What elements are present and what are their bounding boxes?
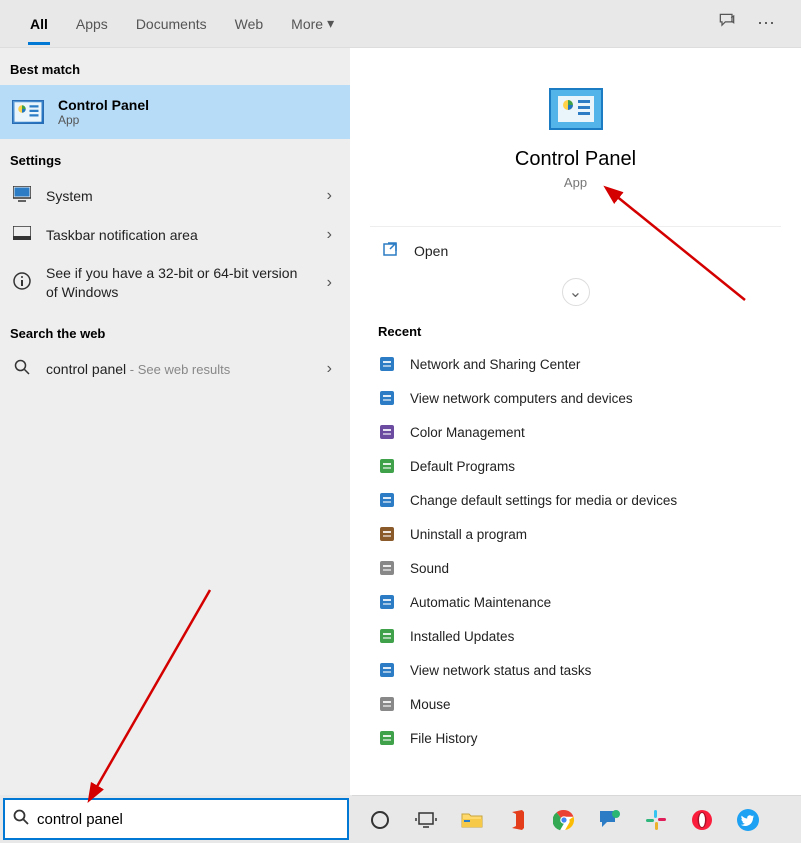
recent-item[interactable]: Mouse: [350, 687, 801, 721]
recent-item-label: Network and Sharing Center: [410, 357, 580, 372]
recent-item-icon: [378, 559, 396, 577]
recent-item[interactable]: Network and Sharing Center: [350, 347, 801, 381]
section-best-match: Best match: [0, 48, 350, 85]
recent-item[interactable]: Sound: [350, 551, 801, 585]
section-settings: Settings: [0, 139, 350, 176]
expand-toggle[interactable]: ⌄: [350, 274, 801, 316]
recent-item-label: File History: [410, 731, 478, 746]
recent-item-icon: [378, 695, 396, 713]
info-icon: [12, 272, 32, 294]
recent-item-label: Automatic Maintenance: [410, 595, 551, 610]
open-action[interactable]: Open: [350, 227, 801, 274]
monitor-icon: [12, 186, 32, 206]
settings-row-label: Taskbar notification area: [46, 227, 313, 243]
cortana-icon[interactable]: [366, 806, 394, 834]
control-panel-icon: [549, 88, 603, 130]
chevron-right-icon: ›: [327, 187, 338, 205]
recent-item-label: Uninstall a program: [410, 527, 527, 542]
recent-item-label: Installed Updates: [410, 629, 514, 644]
recent-item[interactable]: Installed Updates: [350, 619, 801, 653]
feedback-hub-icon[interactable]: [596, 806, 624, 834]
web-query-text: control panel: [46, 361, 126, 377]
tab-bar: All Apps Documents Web More ▾ ⋯: [0, 0, 801, 48]
web-search-row[interactable]: control panel - See web results ›: [0, 349, 350, 389]
recent-item[interactable]: View network status and tasks: [350, 653, 801, 687]
recent-item[interactable]: View network computers and devices: [350, 381, 801, 415]
open-label: Open: [414, 243, 448, 259]
settings-row-label: See if you have a 32-bit or 64-bit versi…: [46, 264, 313, 302]
recent-item-label: Default Programs: [410, 459, 515, 474]
search-input[interactable]: [37, 811, 339, 828]
web-search-label: control panel - See web results: [46, 361, 313, 377]
chevron-down-icon: ▾: [327, 15, 334, 32]
search-icon: [13, 809, 29, 830]
settings-row-label: System: [46, 188, 313, 204]
recent-item[interactable]: Change default settings for media or dev…: [350, 483, 801, 517]
tab-all[interactable]: All: [16, 4, 62, 44]
settings-row-architecture[interactable]: See if you have a 32-bit or 64-bit versi…: [0, 254, 350, 312]
recent-item-icon: [378, 729, 396, 747]
section-search-web: Search the web: [0, 312, 350, 349]
recent-item[interactable]: Default Programs: [350, 449, 801, 483]
recent-item-label: View network computers and devices: [410, 391, 633, 406]
recent-item[interactable]: Automatic Maintenance: [350, 585, 801, 619]
twitter-icon[interactable]: [734, 806, 762, 834]
tab-apps[interactable]: Apps: [62, 4, 122, 44]
recent-item-icon: [378, 423, 396, 441]
best-match-result[interactable]: Control Panel App: [0, 85, 350, 139]
web-suffix-text: - See web results: [126, 362, 230, 377]
settings-row-taskbar[interactable]: Taskbar notification area ›: [0, 216, 350, 254]
control-panel-icon: [12, 100, 44, 124]
recent-item-icon: [378, 525, 396, 543]
tab-more-label: More: [291, 16, 323, 32]
search-box[interactable]: [3, 798, 349, 840]
recent-item-label: View network status and tasks: [410, 663, 591, 678]
tab-web[interactable]: Web: [221, 4, 278, 44]
slack-icon[interactable]: [642, 806, 670, 834]
preview-subtitle: App: [350, 175, 801, 190]
chevron-right-icon: ›: [327, 226, 338, 244]
file-explorer-icon[interactable]: [458, 806, 486, 834]
tab-more[interactable]: More ▾: [277, 3, 348, 44]
recent-item-icon: [378, 457, 396, 475]
section-recent: Recent: [350, 316, 801, 347]
recent-item-icon: [378, 627, 396, 645]
office-icon[interactable]: [504, 806, 532, 834]
search-icon: [12, 359, 32, 379]
recent-item-icon: [378, 661, 396, 679]
best-match-title: Control Panel: [58, 97, 149, 113]
preview-pane: Control Panel App Open ⌄ Recent Network …: [350, 48, 801, 795]
taskbar-icon: [12, 226, 32, 244]
more-options-icon[interactable]: ⋯: [757, 13, 775, 34]
feedback-icon[interactable]: [717, 11, 737, 36]
chrome-icon[interactable]: [550, 806, 578, 834]
tab-documents[interactable]: Documents: [122, 4, 221, 44]
recent-item[interactable]: Color Management: [350, 415, 801, 449]
opera-icon[interactable]: [688, 806, 716, 834]
recent-item[interactable]: Uninstall a program: [350, 517, 801, 551]
chevron-right-icon: ›: [327, 274, 338, 292]
open-icon: [382, 241, 398, 260]
recent-item[interactable]: File History: [350, 721, 801, 755]
recent-item-label: Sound: [410, 561, 449, 576]
results-list: Best match Control Panel App Settings Sy…: [0, 48, 350, 795]
recent-item-label: Color Management: [410, 425, 525, 440]
task-view-icon[interactable]: [412, 806, 440, 834]
taskbar: [352, 795, 801, 843]
recent-item-icon: [378, 593, 396, 611]
recent-item-icon: [378, 491, 396, 509]
best-match-subtitle: App: [58, 113, 149, 127]
recent-item-icon: [378, 355, 396, 373]
chevron-right-icon: ›: [327, 360, 338, 378]
preview-title: Control Panel: [350, 148, 801, 171]
recent-item-label: Change default settings for media or dev…: [410, 493, 677, 508]
recent-item-label: Mouse: [410, 697, 451, 712]
recent-item-icon: [378, 389, 396, 407]
settings-row-system[interactable]: System ›: [0, 176, 350, 216]
